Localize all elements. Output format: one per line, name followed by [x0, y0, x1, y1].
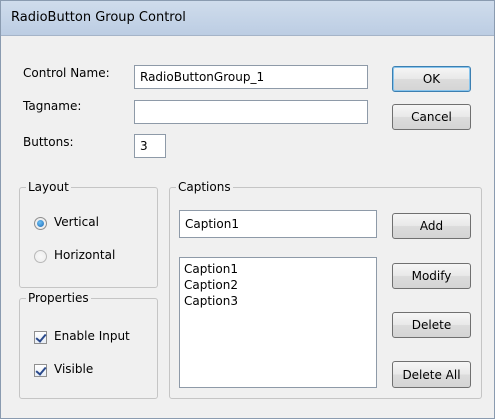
title-bar[interactable]: RadioButton Group Control: [1, 1, 494, 36]
properties-group-legend: Properties: [26, 291, 91, 305]
tagname-input[interactable]: [134, 100, 368, 124]
tagname-label: Tagname:: [23, 99, 82, 113]
visible-label[interactable]: Visible: [54, 362, 93, 376]
layout-group: Layout: [19, 180, 158, 288]
list-item[interactable]: Caption1: [184, 261, 372, 277]
vertical-radio-label[interactable]: Vertical: [54, 215, 99, 229]
caption-input[interactable]: [179, 210, 377, 238]
delete-all-button[interactable]: Delete All: [392, 361, 471, 388]
list-item[interactable]: Caption3: [184, 293, 372, 309]
enable-input-checkbox[interactable]: [34, 331, 47, 344]
visible-checkbox[interactable]: [34, 364, 47, 377]
dialog-title: RadioButton Group Control: [11, 10, 186, 25]
vertical-radio[interactable]: [34, 217, 47, 230]
horizontal-radio[interactable]: [34, 250, 47, 263]
layout-group-legend: Layout: [26, 180, 71, 194]
control-name-input[interactable]: [134, 65, 368, 89]
control-name-label: Control Name:: [23, 66, 110, 80]
dialog-window: RadioButton Group Control Control Name: …: [0, 0, 495, 419]
enable-input-label[interactable]: Enable Input: [54, 329, 130, 343]
modify-button[interactable]: Modify: [392, 263, 471, 289]
delete-button[interactable]: Delete: [392, 312, 471, 338]
buttons-count-input[interactable]: [134, 134, 166, 158]
ok-button[interactable]: OK: [392, 66, 471, 92]
captions-group-legend: Captions: [176, 180, 233, 194]
cancel-button[interactable]: Cancel: [392, 104, 471, 130]
captions-list[interactable]: Caption1 Caption2 Caption3: [179, 257, 377, 388]
horizontal-radio-label[interactable]: Horizontal: [54, 248, 115, 262]
list-item[interactable]: Caption2: [184, 277, 372, 293]
buttons-count-label: Buttons:: [23, 135, 74, 149]
properties-group: Properties: [19, 291, 158, 399]
add-button[interactable]: Add: [392, 213, 471, 239]
